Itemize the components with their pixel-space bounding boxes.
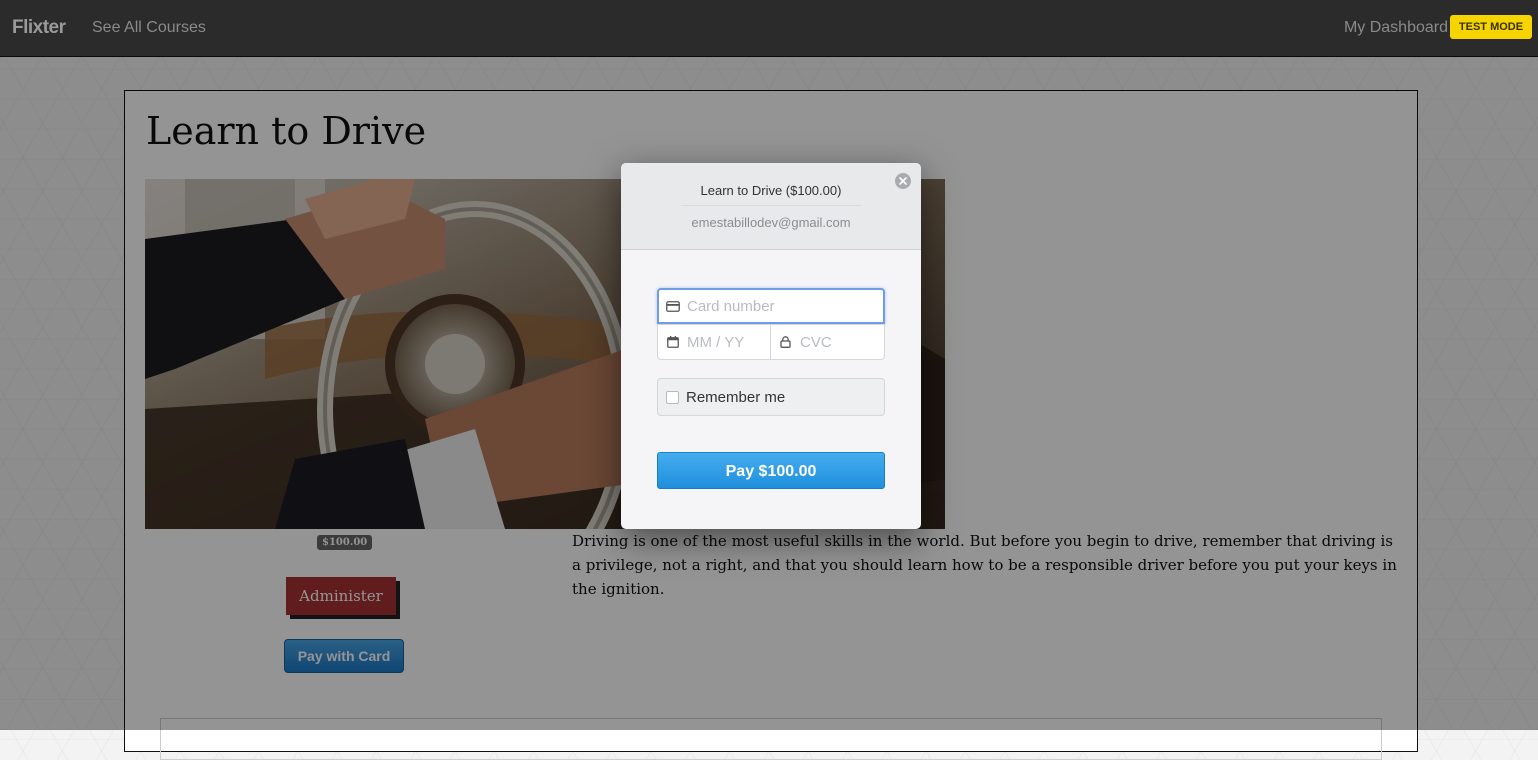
expiry-input[interactable] — [687, 325, 767, 359]
cvc-field[interactable] — [770, 324, 885, 360]
card-number-input[interactable] — [687, 290, 867, 322]
cvc-input[interactable] — [800, 325, 880, 359]
pay-button[interactable]: Pay $100.00 — [657, 452, 885, 489]
calendar-icon — [667, 335, 679, 353]
test-mode-badge: TEST MODE — [1450, 15, 1532, 39]
brand-logo[interactable]: Flixter — [12, 17, 66, 39]
credit-card-icon — [666, 299, 680, 317]
checkout-title: Learn to Drive ($100.00) — [700, 183, 842, 198]
remember-me-row[interactable]: Remember me — [657, 378, 885, 416]
checkout-modal: Learn to Drive ($100.00) emestabillodev@… — [621, 163, 921, 529]
my-dashboard-link[interactable]: My Dashboard — [1344, 19, 1448, 37]
remember-me-label[interactable]: Remember me — [686, 389, 785, 406]
modal-header: Learn to Drive ($100.00) emestabillodev@… — [621, 163, 921, 250]
header-divider — [681, 205, 861, 206]
navbar: Flixter See All Courses My Dashboard TES… — [0, 0, 1538, 57]
lock-icon — [780, 335, 791, 353]
see-all-courses-link[interactable]: See All Courses — [92, 19, 206, 37]
close-icon[interactable] — [895, 173, 911, 189]
expiry-field[interactable] — [657, 324, 771, 360]
card-number-field[interactable] — [657, 288, 885, 324]
customer-email: emestabillodev@gmail.com — [691, 215, 851, 230]
remember-me-checkbox[interactable] — [666, 391, 679, 404]
